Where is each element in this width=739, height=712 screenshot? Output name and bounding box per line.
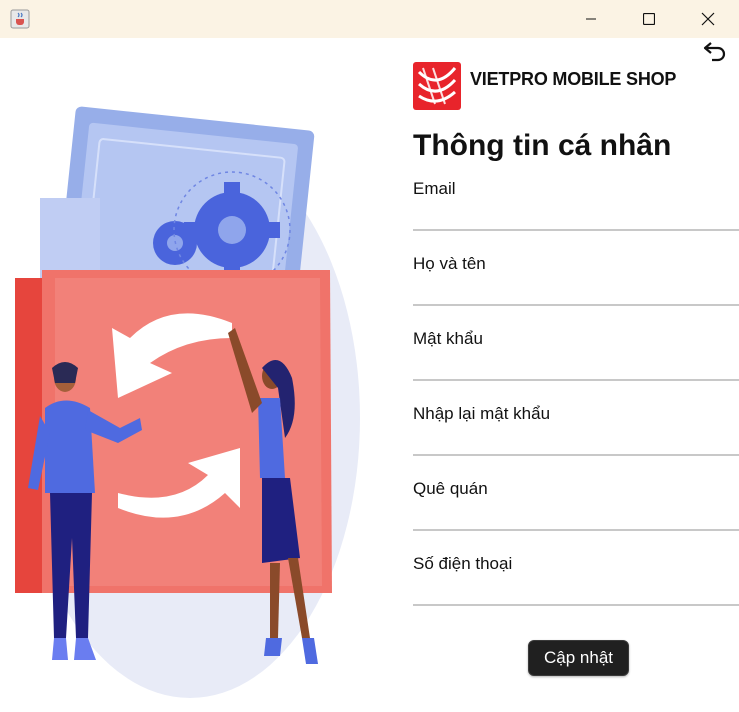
password-label: Mật khẩu — [413, 329, 483, 348]
fullname-label: Họ và tên — [413, 254, 486, 273]
email-input[interactable] — [413, 201, 739, 229]
email-label: Email — [413, 179, 456, 198]
confirm-password-input[interactable] — [413, 426, 739, 454]
fullname-underline — [413, 304, 739, 306]
minimize-button[interactable] — [562, 0, 620, 38]
maximize-icon — [643, 13, 655, 25]
email-underline — [413, 229, 739, 231]
password-field: Mật khẩu — [413, 329, 739, 404]
update-button[interactable]: Cập nhật — [528, 640, 629, 676]
phone-field: Số điện thoại — [413, 554, 739, 629]
undo-arrow-icon — [703, 42, 726, 62]
hometown-underline — [413, 529, 739, 531]
phone-label: Số điện thoại — [413, 554, 513, 573]
brand-name: VIETPRO MOBILE SHOP — [470, 69, 677, 89]
profile-update-illustration — [15, 106, 360, 698]
confirm-password-field: Nhập lại mật khẩu — [413, 404, 739, 479]
page-title: Thông tin cá nhân — [413, 129, 672, 162]
hometown-field: Quê quán — [413, 479, 739, 554]
java-cup-icon — [10, 9, 30, 29]
password-underline — [413, 379, 739, 381]
hometown-input[interactable] — [413, 501, 739, 529]
window-title-bar — [0, 0, 739, 38]
fullname-input[interactable] — [413, 276, 739, 304]
close-icon — [701, 12, 715, 26]
minimize-icon — [586, 18, 596, 20]
back-button[interactable] — [700, 42, 730, 66]
fullname-field: Họ và tên — [413, 254, 739, 329]
main-content: VIETPRO MOBILE SHOP Thông tin cá nhân Em… — [0, 38, 739, 712]
phone-input[interactable] — [413, 576, 739, 604]
hometown-label: Quê quán — [413, 479, 488, 498]
confirm-password-underline — [413, 454, 739, 456]
maximize-button[interactable] — [620, 0, 678, 38]
confirm-password-label: Nhập lại mật khẩu — [413, 404, 551, 423]
email-field: Email — [413, 179, 739, 254]
close-button[interactable] — [679, 0, 737, 38]
brand-logo — [413, 62, 461, 110]
password-input[interactable] — [413, 351, 739, 379]
phone-underline — [413, 604, 739, 606]
